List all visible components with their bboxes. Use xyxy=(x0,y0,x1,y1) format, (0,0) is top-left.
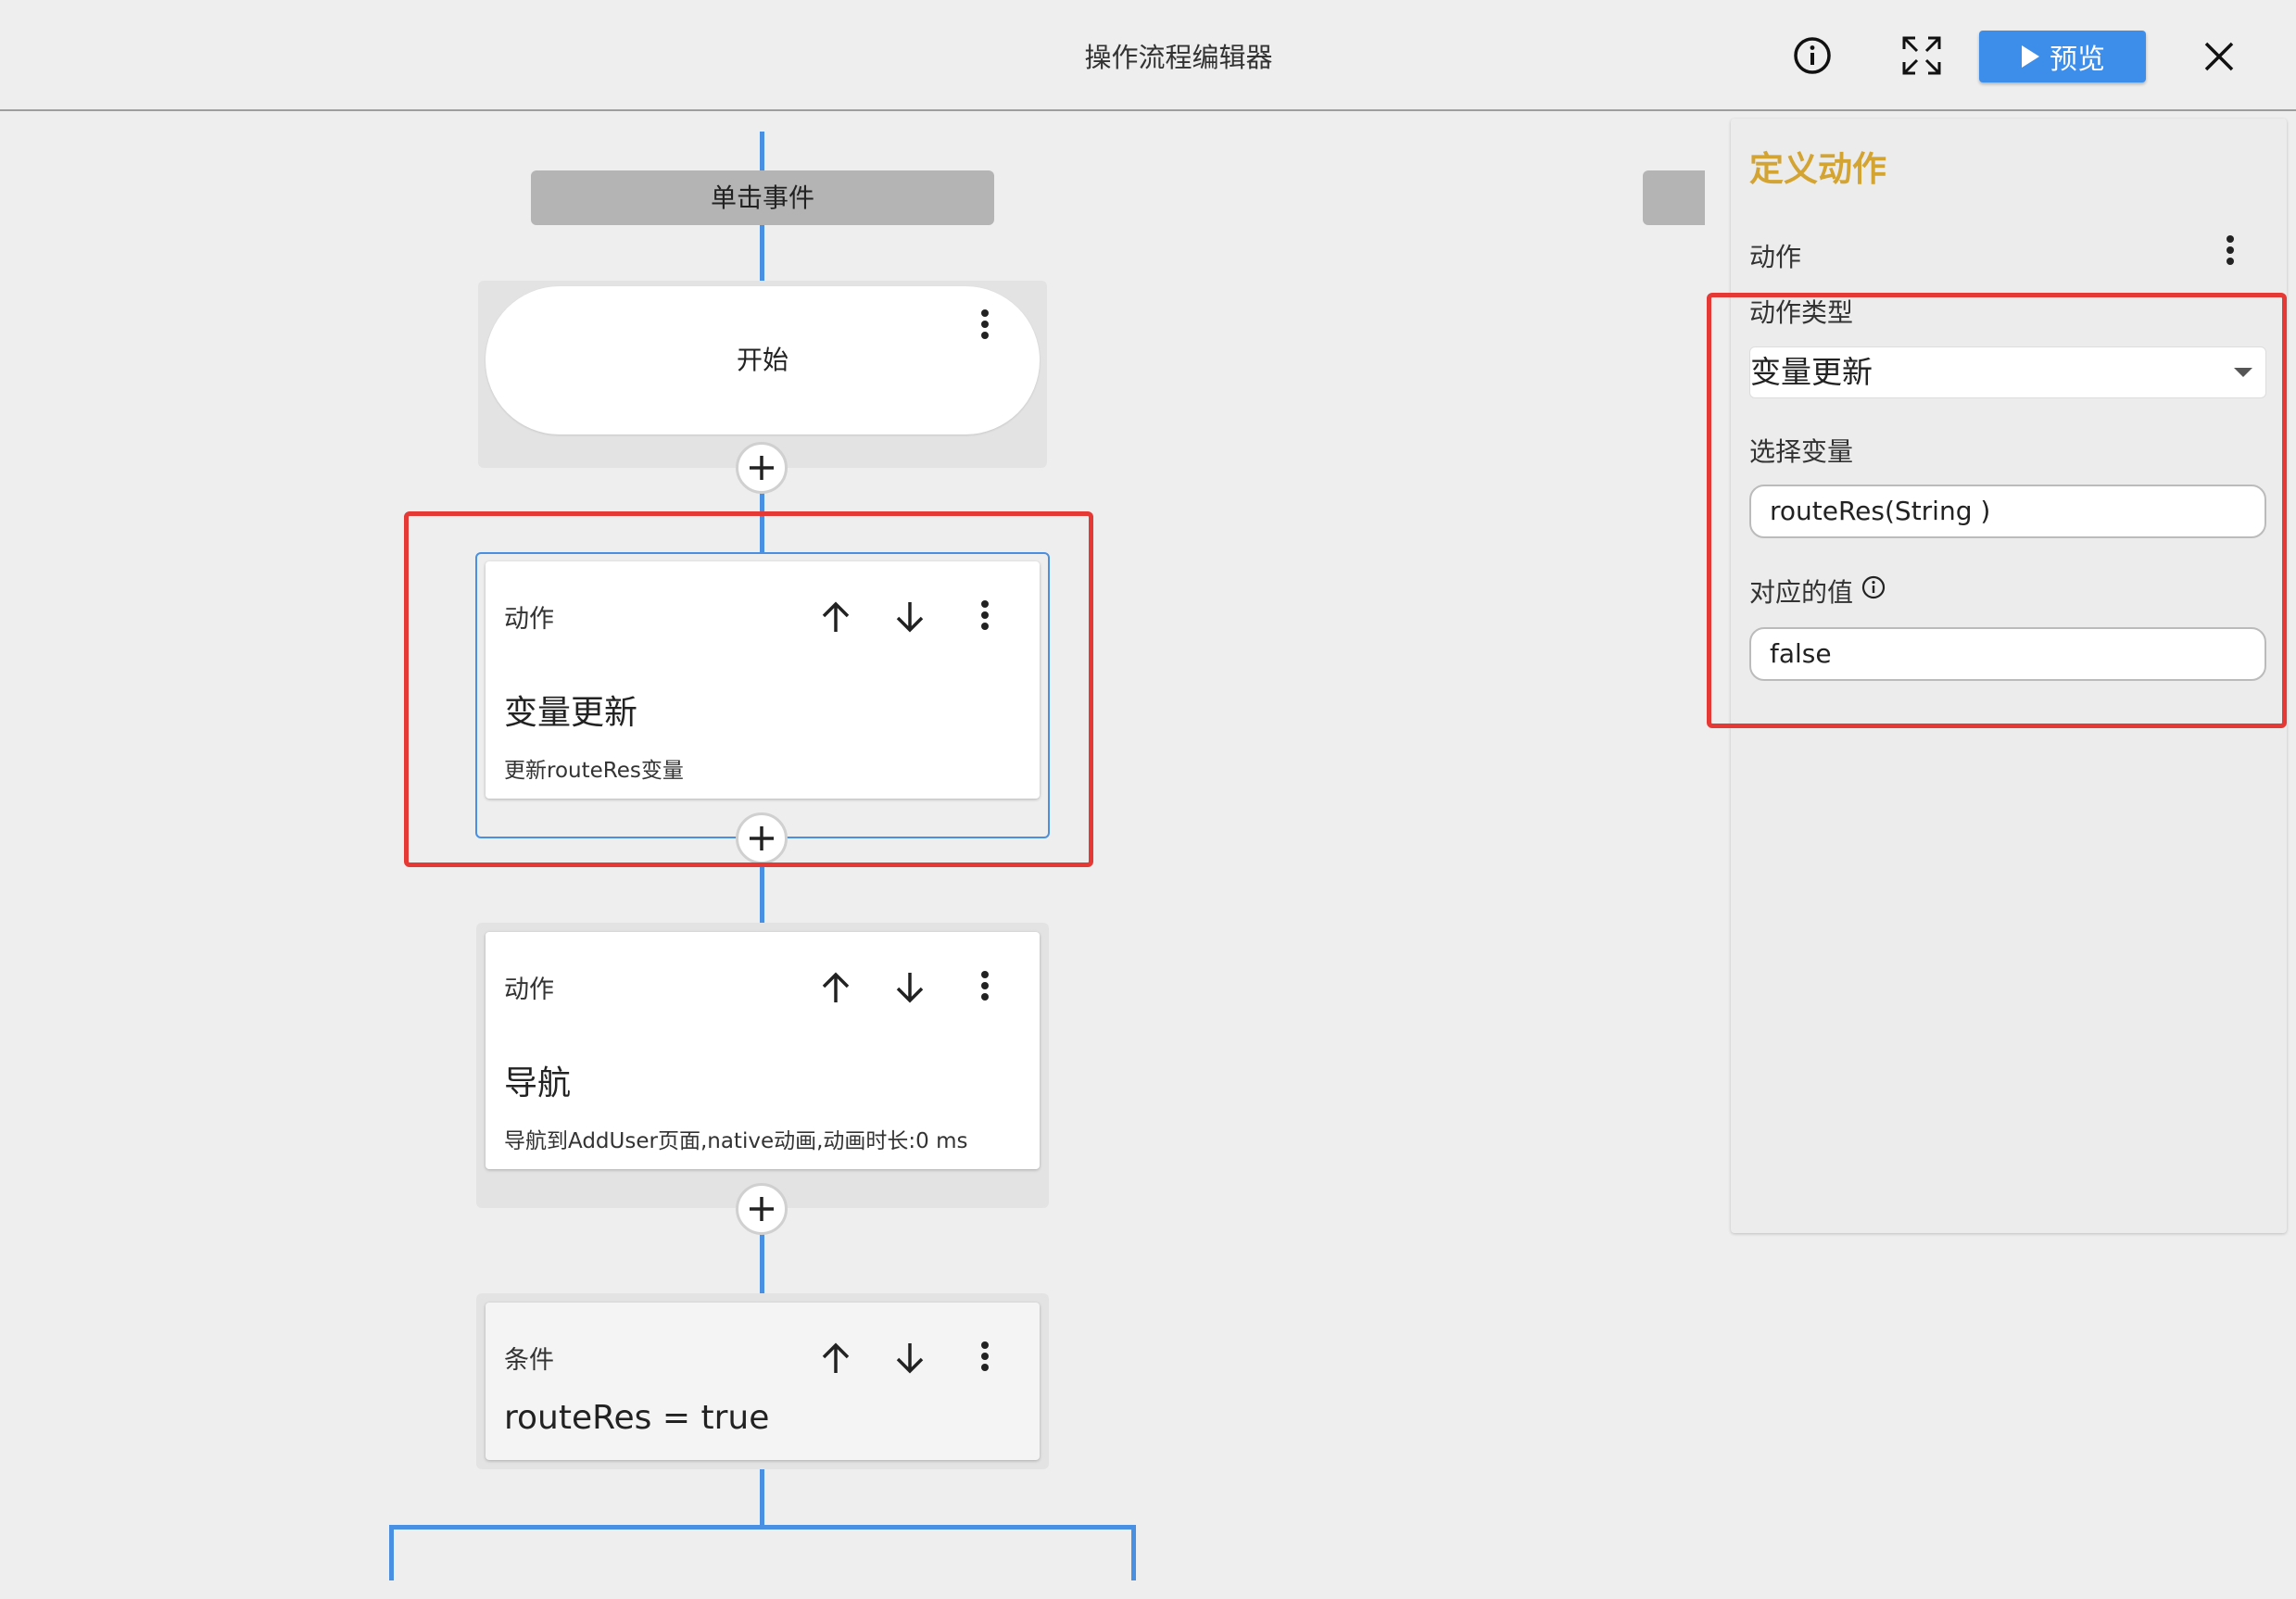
flow-connector xyxy=(760,225,764,283)
highlight-box-panel xyxy=(1707,293,2287,728)
expand-arrows-icon xyxy=(1902,36,1941,75)
panel-title: 定义动作 xyxy=(1749,149,1886,189)
highlight-box-node xyxy=(404,511,1093,867)
flow-connector xyxy=(760,132,764,172)
trigger-event-partial xyxy=(1643,170,1705,225)
panel-section-label: 动作 xyxy=(1749,242,1802,272)
plus-icon xyxy=(750,456,774,480)
plus-icon xyxy=(750,1197,774,1221)
flow-branch-right xyxy=(1131,1525,1136,1580)
move-up-button[interactable] xyxy=(817,1340,854,1377)
play-icon xyxy=(2022,45,2039,68)
more-vert-icon xyxy=(981,309,989,339)
start-node[interactable]: 开始 xyxy=(486,286,1040,434)
condition-expression: routeRes = true xyxy=(504,1399,770,1437)
add-step-button[interactable] xyxy=(736,442,788,494)
more-vert-icon xyxy=(2227,235,2234,265)
close-icon xyxy=(2204,42,2234,71)
info-circle-icon xyxy=(1794,37,1831,74)
more-vert-icon xyxy=(981,1341,989,1371)
info-button[interactable] xyxy=(1788,31,1836,80)
action-card-navigation[interactable]: 动作 导航 导航到AddUser页面,native动画,动画时长:0 ms xyxy=(486,932,1040,1169)
page-title: 操作流程编辑器 xyxy=(1084,42,1273,73)
condition-card[interactable]: 条件 routeRes = true xyxy=(486,1303,1040,1460)
more-vert-icon xyxy=(981,971,989,1001)
arrow-up-icon xyxy=(822,972,850,1002)
arrow-down-icon xyxy=(896,973,924,1003)
trigger-event[interactable]: 单击事件 xyxy=(531,170,994,225)
flow-connector xyxy=(760,1232,764,1293)
arrow-down-icon xyxy=(896,1343,924,1374)
flow-connector xyxy=(760,862,764,923)
start-menu-button[interactable] xyxy=(975,308,995,345)
close-button[interactable] xyxy=(2196,33,2242,80)
flow-branch-left xyxy=(389,1525,394,1580)
add-step-button[interactable] xyxy=(736,1183,788,1235)
flow-connector xyxy=(760,1469,764,1527)
flow-branch-line xyxy=(389,1525,1136,1530)
arrow-up-icon xyxy=(822,1342,850,1373)
card-description: 导航到AddUser页面,native动画,动画时长:0 ms xyxy=(504,1129,968,1153)
preview-label: 预览 xyxy=(2050,44,2105,76)
fullscreen-button[interactable] xyxy=(1898,31,1946,80)
card-title: 导航 xyxy=(504,1064,572,1102)
move-down-button[interactable] xyxy=(891,1340,928,1377)
move-down-button[interactable] xyxy=(891,969,928,1006)
move-up-button[interactable] xyxy=(817,969,854,1006)
card-menu-button[interactable] xyxy=(975,969,995,1006)
card-menu-button[interactable] xyxy=(975,1340,995,1377)
card-type-label: 条件 xyxy=(504,1346,554,1375)
card-type-label: 动作 xyxy=(504,976,554,1004)
panel-menu-button[interactable] xyxy=(2220,233,2240,271)
preview-button[interactable]: 预览 xyxy=(1979,31,2146,82)
